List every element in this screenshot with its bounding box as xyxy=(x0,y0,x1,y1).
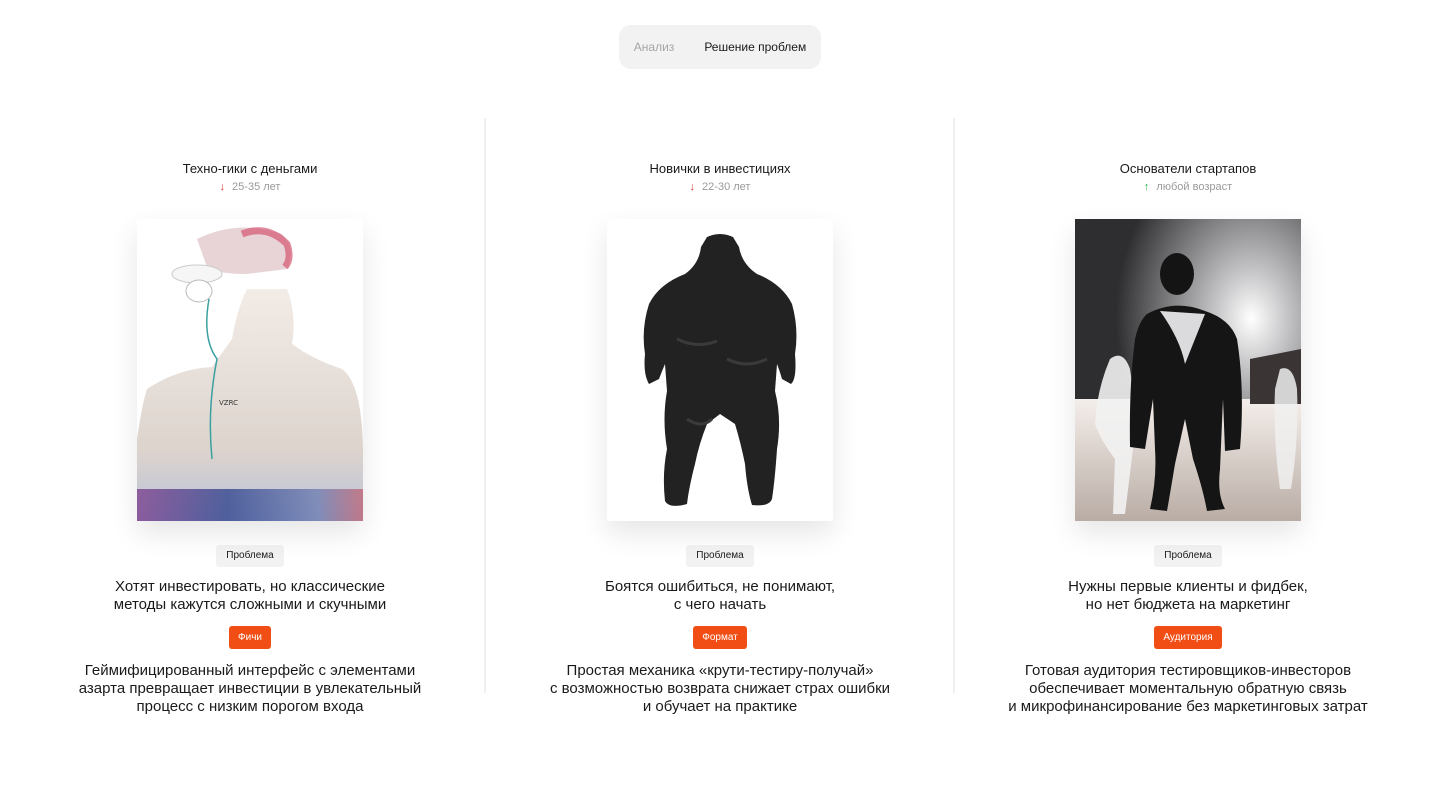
problem-text: Хотят инвестировать, но классические мет… xyxy=(113,578,387,613)
age-label: 25-35 лет xyxy=(232,181,281,193)
age-label: любой возраст xyxy=(1156,181,1233,193)
solution-text: Готовая аудитория тестировщиков-инвестор… xyxy=(1008,662,1368,715)
svg-text:VZRC: VZRC xyxy=(219,399,238,407)
column-title: Техно-гики с деньгами xyxy=(182,161,318,176)
segment-tabs: Анализ Решение проблем xyxy=(619,25,821,69)
audience-column-novice-investors: Новички в инвестициях ↓ 22-30 лет Пробле… xyxy=(520,160,920,716)
person-in-cap-photo: VZRC xyxy=(137,219,363,521)
column-title: Новички в инвестициях xyxy=(649,161,791,176)
column-title: Основатели стартапов xyxy=(1119,161,1257,176)
arrow-down-icon: ↓ xyxy=(219,180,226,193)
dark-silhouette-photo xyxy=(607,219,833,521)
problem-chip: Проблема xyxy=(216,545,284,567)
solution-chip: Фичи xyxy=(229,626,271,649)
problem-text: Боятся ошибиться, не понимают, с чего на… xyxy=(604,578,836,613)
column-divider xyxy=(484,118,486,693)
age-range: ↓ 22-30 лет xyxy=(690,179,751,195)
age-range: ↑ любой возраст xyxy=(1144,179,1232,195)
age-label: 22-30 лет xyxy=(702,181,751,193)
age-range: ↓ 25-35 лет xyxy=(220,179,281,195)
solution-chip: Формат xyxy=(693,626,747,649)
solution-text: Геймифицированный интерфейс с элементами… xyxy=(78,662,422,715)
column-divider xyxy=(953,118,955,693)
solution-text: Простая механика «крути-тестиру-получай»… xyxy=(549,662,891,715)
audience-column-tech-geeks: Техно-гики с деньгами ↓ 25-35 лет VZRC П… xyxy=(50,160,450,716)
problem-text: Нужны первые клиенты и фидбек, но нет бю… xyxy=(1068,578,1308,613)
tab-problem-solving[interactable]: Решение проблем xyxy=(689,40,821,54)
tab-analysis[interactable]: Анализ xyxy=(619,40,690,54)
arrow-up-icon: ↑ xyxy=(1143,180,1150,193)
problem-chip: Проблема xyxy=(1154,545,1222,567)
arrow-down-icon: ↓ xyxy=(689,180,696,193)
problem-chip: Проблема xyxy=(686,545,754,567)
founders-group-photo xyxy=(1075,219,1301,521)
solution-chip: Аудитория xyxy=(1154,626,1222,649)
audience-column-startup-founders: Основатели стартапов ↑ любой возраст Про… xyxy=(988,160,1388,716)
